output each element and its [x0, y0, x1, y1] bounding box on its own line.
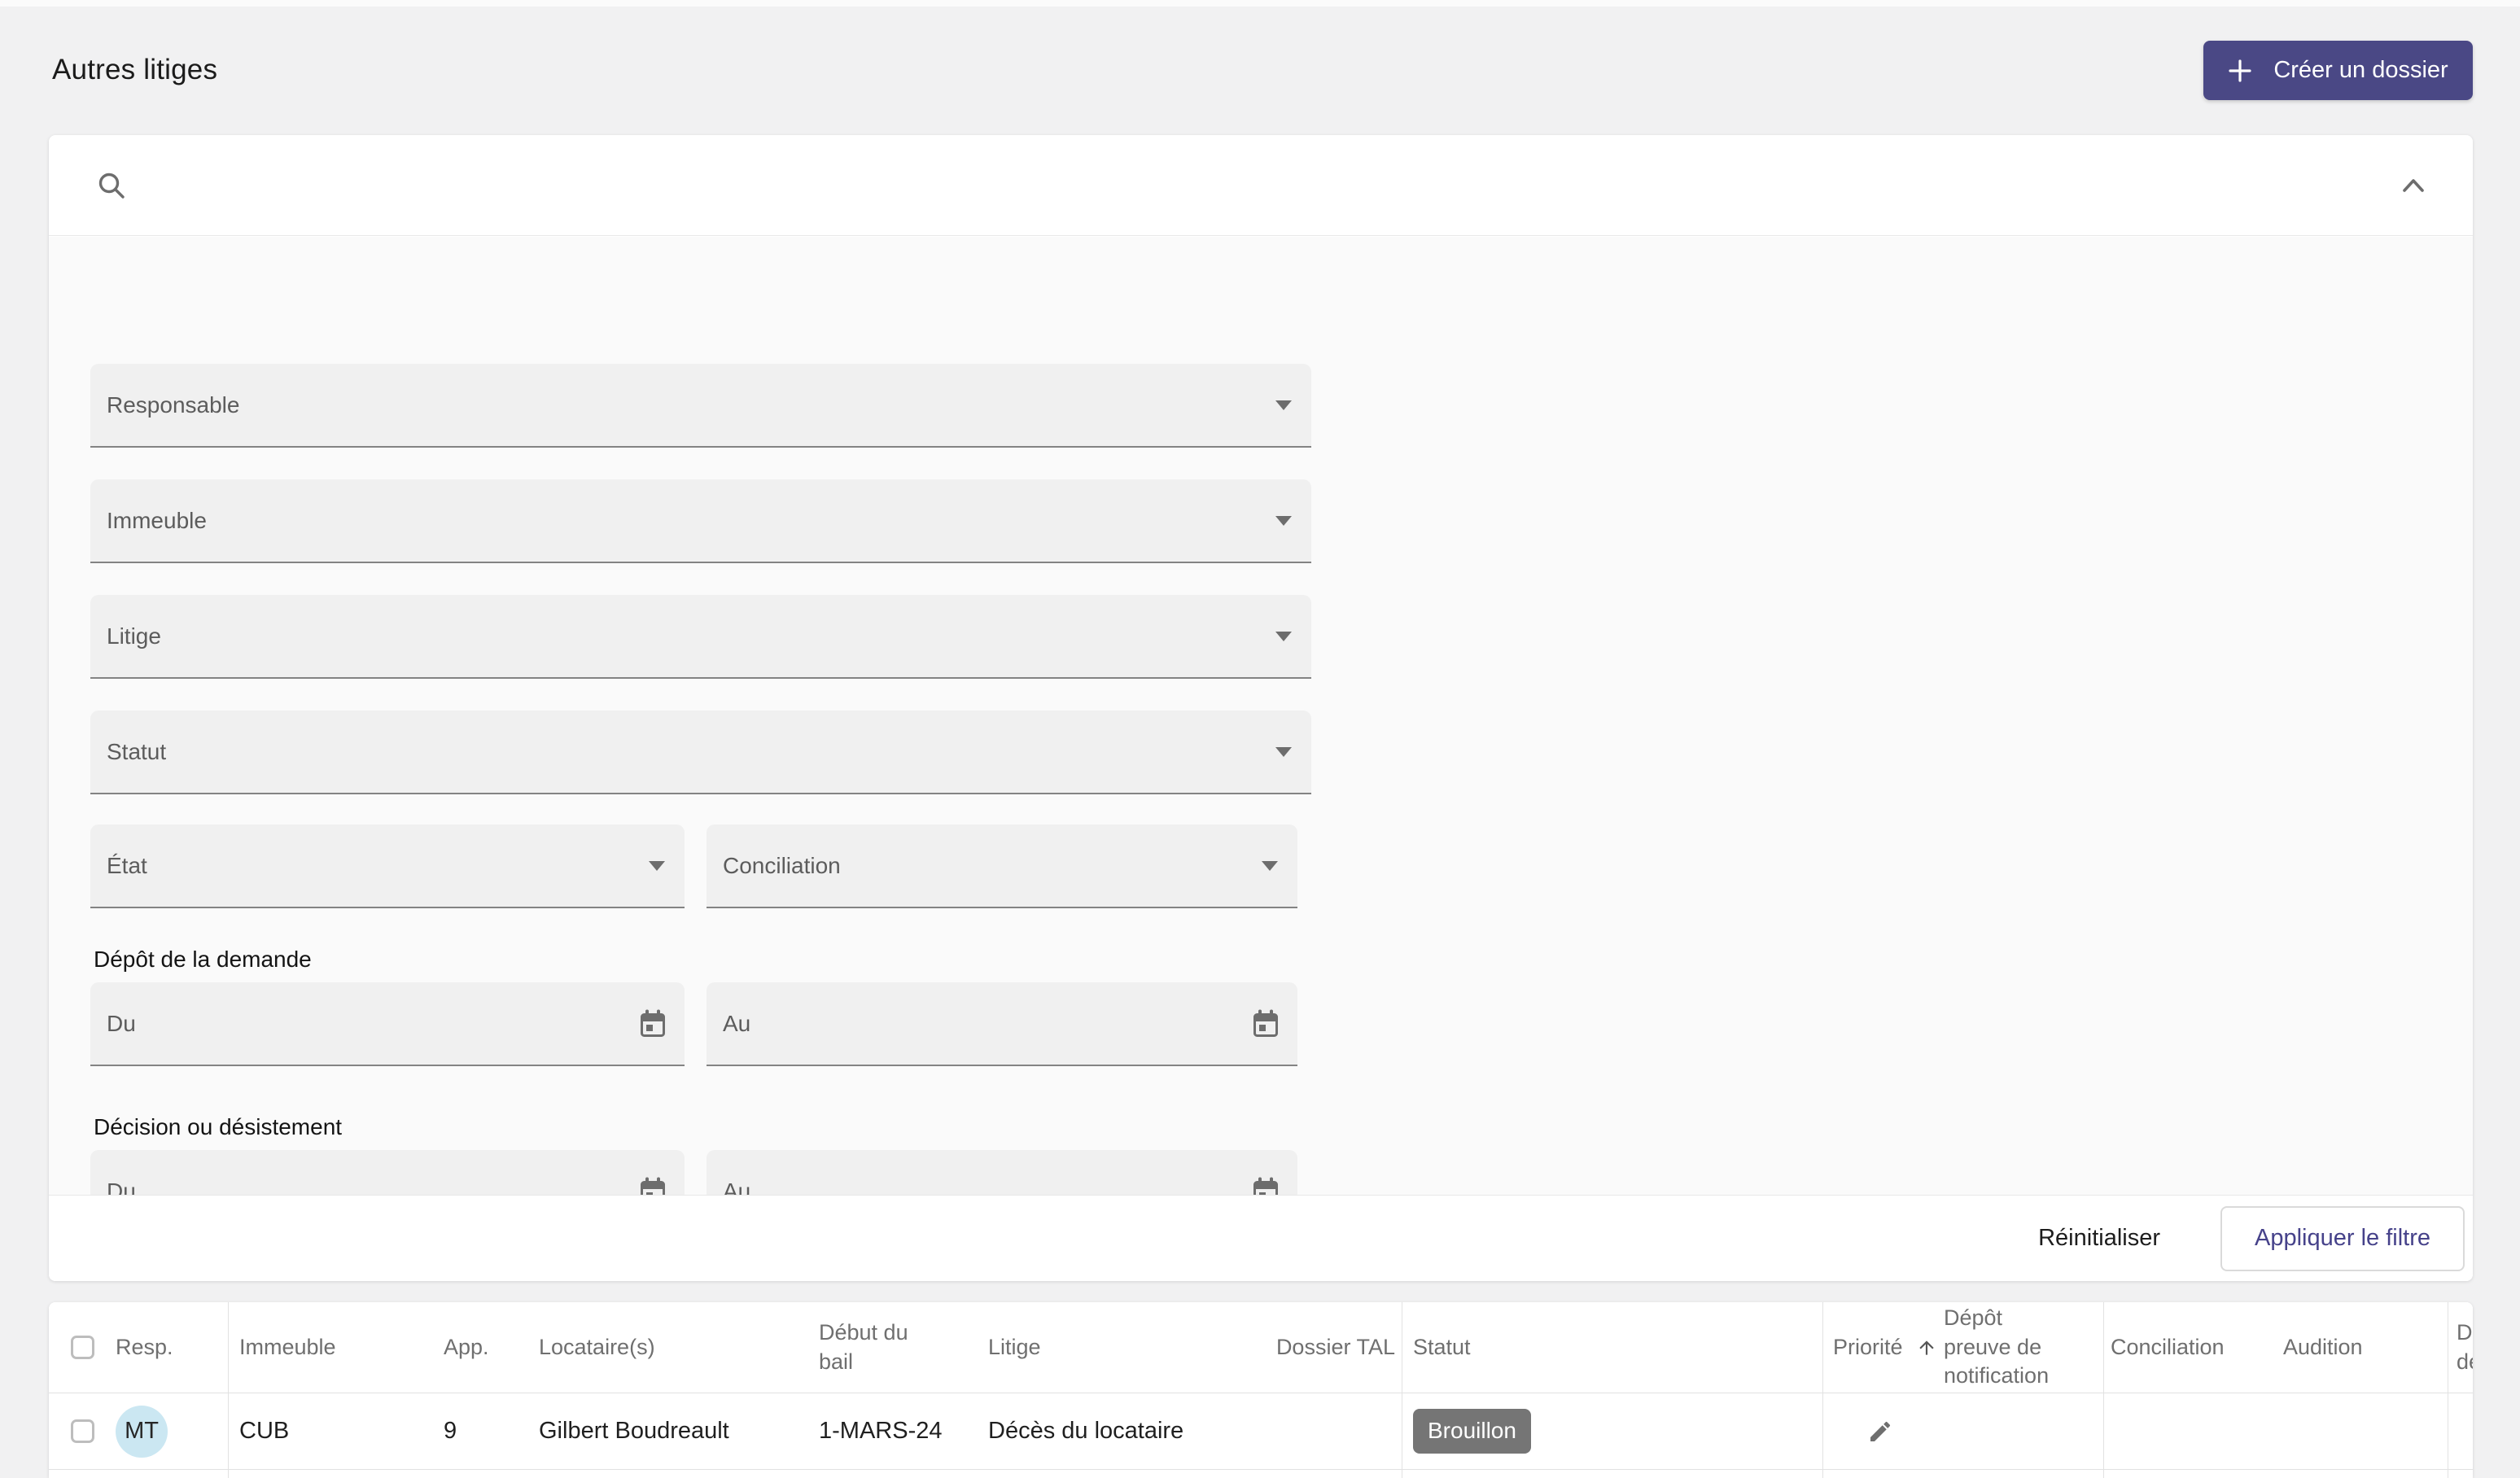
- search-icon: [96, 170, 127, 201]
- decision-section-label: Décision ou désistement: [94, 1114, 343, 1139]
- table-row[interactable]: MT CUB 9 Gilbert Boudreault 1-MARS-24 Dé…: [49, 1393, 2473, 1470]
- row-cell-debut-bail: 1-MARS-24: [819, 1418, 943, 1445]
- row-checkbox[interactable]: [71, 1419, 94, 1443]
- header-label-priorite: Priorité: [1833, 1334, 1903, 1359]
- header-cell-select: [49, 1302, 106, 1393]
- conciliation-select-label: Conciliation: [723, 852, 841, 878]
- dropdown-arrow-icon: [1275, 400, 1292, 410]
- immeuble-select-label: Immeuble: [107, 507, 207, 533]
- row-cell-audition: [2271, 1393, 2448, 1469]
- table-header-row: Resp. Immeuble App. Locataire(s) Début d…: [49, 1302, 2473, 1393]
- depot-demande-section-label: Dépôt de la demande: [94, 947, 312, 972]
- header-cell-priorite[interactable]: Priorité: [1823, 1302, 1937, 1393]
- apply-filter-button[interactable]: Appliquer le filtre: [2220, 1205, 2465, 1271]
- calendar-icon[interactable]: [639, 1009, 667, 1039]
- top-strip: [0, 0, 2520, 7]
- disputes-table: Resp. Immeuble App. Locataire(s) Début d…: [49, 1302, 2473, 1478]
- depot-du-label: Du: [107, 1010, 136, 1036]
- dropdown-arrow-icon: [1275, 631, 1292, 641]
- filter-panel: Responsable Immeuble Litige Statut État …: [49, 135, 2473, 1281]
- immeuble-select[interactable]: Immeuble: [90, 479, 1311, 563]
- header-cell-conciliation: Conciliation: [2111, 1334, 2225, 1359]
- header-cell-statut: Statut: [1402, 1302, 1823, 1393]
- depot-au-date-input[interactable]: Au: [707, 982, 1297, 1066]
- header-label-depot-preuve: Dépôt preuve de notification: [1944, 1305, 2050, 1388]
- avatar: MT: [116, 1405, 168, 1458]
- header-cell-audition: Audition: [2271, 1302, 2448, 1393]
- header-cell-locataires: Locataire(s): [539, 1334, 655, 1359]
- depot-au-label: Au: [723, 1010, 751, 1036]
- etat-select-label: État: [107, 852, 147, 878]
- select-all-checkbox[interactable]: [71, 1336, 94, 1359]
- row-cell-statut: Brouillon: [1402, 1393, 1823, 1469]
- row-cell-select: [49, 1393, 106, 1469]
- status-badge: Brouillon: [1413, 1409, 1531, 1454]
- dropdown-arrow-icon: [649, 860, 665, 871]
- reset-filter-button[interactable]: Réinitialiser: [2022, 1213, 2177, 1263]
- depot-du-date-input[interactable]: Du: [90, 982, 685, 1066]
- dropdown-arrow-icon: [1275, 746, 1292, 757]
- page-title: Autres litiges: [52, 54, 218, 85]
- row-cell-depot-preuve: [1937, 1393, 2104, 1469]
- header-cell-app: App.: [444, 1334, 489, 1359]
- header-label-debut-bail: Début du bail: [819, 1319, 908, 1374]
- responsable-select[interactable]: Responsable: [90, 364, 1311, 448]
- sort-arrow-up-icon: [1918, 1340, 1934, 1355]
- header-cell-depot-preuve: Dépôt preuve de notification: [1937, 1302, 2104, 1393]
- row-cell-conciliation: [2104, 1393, 2271, 1469]
- pencil-icon: [1870, 1421, 1891, 1441]
- calendar-icon[interactable]: [1252, 1009, 1280, 1039]
- plus-icon: [2229, 59, 2251, 82]
- row-cell-resp: MT: [106, 1393, 229, 1469]
- create-folder-label: Créer un dossier: [2273, 57, 2448, 83]
- search-input[interactable]: [151, 160, 2377, 210]
- chevron-up-icon: [2403, 178, 2424, 192]
- dropdown-arrow-icon: [1262, 860, 1278, 871]
- edit-priority-button[interactable]: [1867, 1419, 1893, 1445]
- responsable-select-label: Responsable: [107, 391, 240, 418]
- statut-select[interactable]: Statut: [90, 711, 1311, 794]
- conciliation-select[interactable]: Conciliation: [707, 824, 1297, 908]
- header-cell-resp: Resp.: [106, 1302, 229, 1393]
- search-row: [49, 135, 2473, 236]
- litige-select-label: Litige: [107, 623, 161, 649]
- filter-body: Responsable Immeuble Litige Statut État …: [49, 237, 2473, 1234]
- row-cell-locataires: Gilbert Boudreault: [539, 1418, 729, 1445]
- create-folder-button[interactable]: Créer un dossier: [2203, 41, 2473, 100]
- header-cell-debut-bail: Début du bail: [810, 1302, 977, 1393]
- header-cell-immeuble: Immeuble: [239, 1334, 336, 1359]
- row-cell-dossier-tal: [1270, 1393, 1402, 1469]
- etat-select[interactable]: État: [90, 824, 685, 908]
- header-label-decision: Décision ou désistement: [2457, 1319, 2473, 1374]
- header-cell-litige: Litige: [988, 1334, 1041, 1359]
- filter-footer: Réinitialiser Appliquer le filtre: [49, 1195, 2473, 1281]
- row-cell-priorite: [1823, 1393, 1937, 1469]
- collapse-filter-button[interactable]: [2401, 177, 2426, 195]
- row-cell-app: 9: [444, 1418, 457, 1445]
- row-cell-litige: Décès du locataire: [988, 1418, 1184, 1445]
- statut-select-label: Statut: [107, 738, 167, 764]
- header-cell-dossier-tal: Dossier TAL: [1270, 1302, 1402, 1393]
- table-row-partial: [49, 1470, 2473, 1478]
- row-cell-decision: [2448, 1393, 2473, 1469]
- header-cell-decision: Décision ou désistement: [2448, 1302, 2473, 1393]
- litige-select[interactable]: Litige: [90, 595, 1311, 679]
- dropdown-arrow-icon: [1275, 515, 1292, 526]
- row-cell-immeuble: CUB: [239, 1418, 290, 1445]
